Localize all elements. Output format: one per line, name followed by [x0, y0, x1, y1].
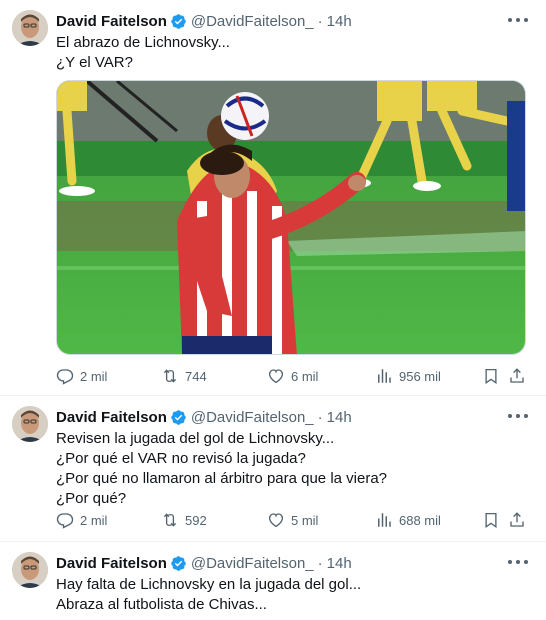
tweet-text: Revisen la jugada del gol de Lichnovsky.… [56, 429, 387, 509]
separator-dot: · [317, 554, 323, 572]
reply-count: 2 mil [80, 368, 108, 384]
tweet[interactable]: David Faitelson @DavidFaitelson_ · 14h H… [0, 542, 546, 620]
avatar[interactable] [12, 10, 48, 46]
retweet-icon [163, 369, 177, 383]
verified-badge-icon [171, 13, 186, 29]
bookmark-icon [485, 512, 497, 529]
bookmark-icon [485, 368, 497, 385]
like-button[interactable]: 6 mil [267, 365, 318, 387]
tweet[interactable]: David Faitelson @DavidFaitelson_ · 14h R… [0, 396, 546, 542]
soccer-photo [57, 81, 525, 354]
reply-count: 2 mil [80, 512, 108, 528]
separator-dot: · [317, 408, 323, 426]
avatar-image [12, 10, 48, 46]
reply-button[interactable]: 2 mil [56, 509, 107, 531]
retweet-count: 744 [185, 368, 207, 384]
author-handle[interactable]: @DavidFaitelson_ [191, 555, 314, 572]
author-name[interactable]: David Faitelson [56, 13, 167, 30]
tweet-text: El abrazo de Lichnovsky... ¿Y el VAR? [56, 33, 230, 73]
bookmark-button[interactable] [482, 365, 500, 387]
avatar[interactable] [12, 552, 48, 588]
share-icon [510, 512, 524, 527]
views-button[interactable]: 688 mil [375, 509, 441, 531]
like-count: 6 mil [291, 368, 319, 384]
view-count: 956 mil [399, 368, 441, 384]
timestamp[interactable]: 14h [327, 555, 352, 572]
tweet-actions: 2 mil 744 6 mil 956 mil [56, 365, 526, 387]
tweet-text-line: ¿Y el VAR? [56, 54, 133, 71]
tweet-header: David Faitelson @DavidFaitelson_ · 14h [56, 553, 352, 573]
avatar-image [12, 406, 48, 442]
author-handle[interactable]: @DavidFaitelson_ [191, 409, 314, 426]
verified-badge-icon [171, 409, 186, 425]
more-options-icon[interactable] [508, 12, 528, 28]
more-options-icon[interactable] [508, 408, 528, 424]
heart-icon [268, 513, 284, 528]
tweet[interactable]: David Faitelson @DavidFaitelson_ · 14h E… [0, 0, 546, 396]
views-button[interactable]: 956 mil [375, 365, 441, 387]
author-name[interactable]: David Faitelson [56, 409, 167, 426]
tweet-feed: David Faitelson @DavidFaitelson_ · 14h E… [0, 0, 546, 620]
separator-dot: · [317, 12, 323, 30]
retweet-count: 592 [185, 512, 207, 528]
author-handle[interactable]: @DavidFaitelson_ [191, 13, 314, 30]
retweet-icon [163, 513, 177, 527]
share-icon [510, 368, 524, 383]
reply-button[interactable]: 2 mil [56, 365, 107, 387]
retweet-button[interactable]: 744 [161, 365, 207, 387]
tweet-text-line: El abrazo de Lichnovsky... [56, 34, 230, 51]
verified-badge-icon [171, 555, 186, 571]
tweet-text-line: ¿Por qué no llamaron al árbitro para que… [56, 470, 388, 487]
more-options-icon[interactable] [508, 554, 528, 570]
tweet-text-line: ¿Por qué? [56, 490, 127, 507]
bookmark-button[interactable] [482, 509, 500, 531]
views-chart-icon [378, 369, 391, 383]
avatar-image [12, 552, 48, 588]
like-count: 5 mil [291, 512, 319, 528]
author-name[interactable]: David Faitelson [56, 555, 167, 572]
tweet-actions: 2 mil 592 5 mil 688 mil [56, 509, 526, 531]
tweet-header: David Faitelson @DavidFaitelson_ · 14h [56, 11, 352, 31]
tweet-text-line: Revisen la jugada del gol de Lichnovsky.… [56, 430, 335, 447]
tweet-header: David Faitelson @DavidFaitelson_ · 14h [56, 407, 352, 427]
share-button[interactable] [508, 365, 526, 387]
tweet-text-line: ¿Por qué el VAR no revisó la jugada? [56, 450, 306, 467]
reply-icon [56, 513, 74, 529]
reply-icon [56, 369, 74, 385]
retweet-button[interactable]: 592 [161, 509, 207, 531]
tweet-text: Hay falta de Lichnovsky en la jugada del… [56, 575, 361, 615]
timestamp[interactable]: 14h [327, 409, 352, 426]
heart-icon [268, 369, 284, 384]
view-count: 688 mil [399, 512, 441, 528]
tweet-text-line: Hay falta de Lichnovsky en la jugada del… [56, 576, 362, 593]
share-button[interactable] [508, 509, 526, 531]
avatar[interactable] [12, 406, 48, 442]
timestamp[interactable]: 14h [327, 13, 352, 30]
tweet-media-image[interactable] [56, 80, 526, 355]
tweet-text-line: Abraza al futbolista de Chivas... [56, 596, 267, 613]
views-chart-icon [378, 513, 391, 527]
like-button[interactable]: 5 mil [267, 509, 318, 531]
